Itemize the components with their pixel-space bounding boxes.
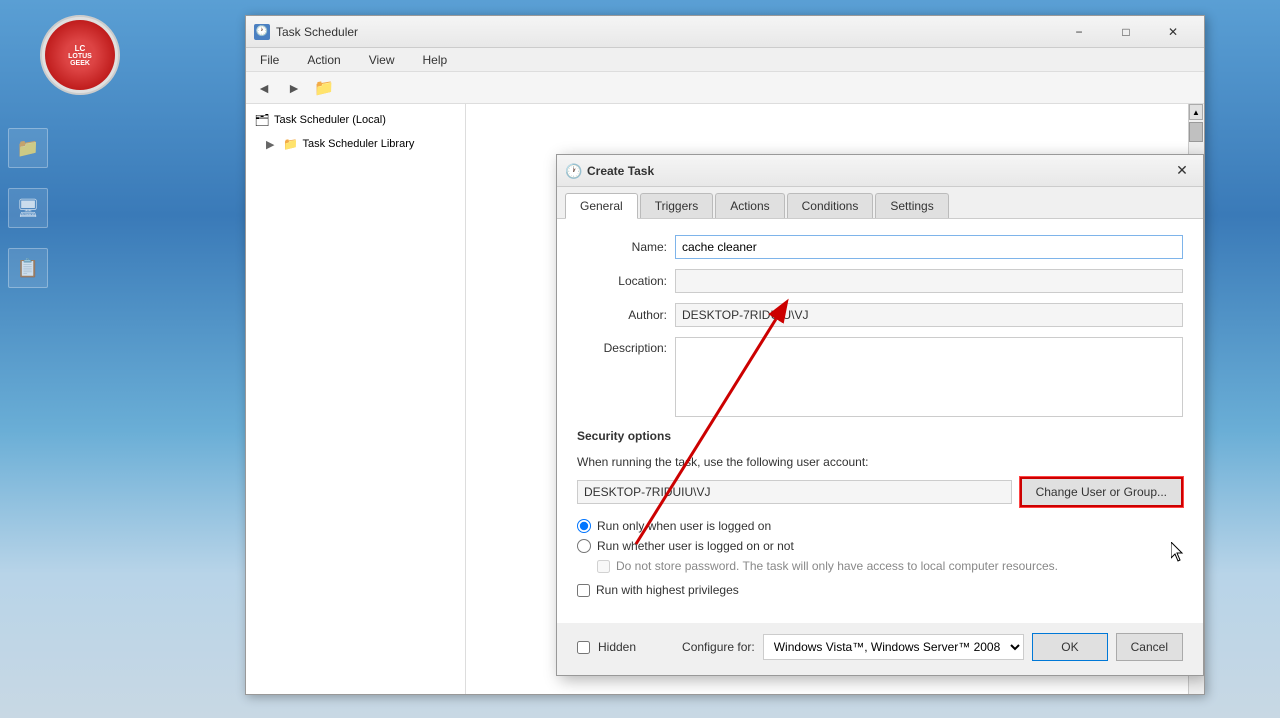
sidebar-item-task-scheduler[interactable]: 🗂 Task Scheduler (Local): [246, 108, 465, 132]
task-scheduler-window-icon: 🕐: [254, 24, 270, 40]
task-scheduler-titlebar: 🕐 Task Scheduler − □ ✕: [246, 16, 1204, 48]
clock-icon: 🕐: [256, 26, 268, 37]
configure-for-select[interactable]: Windows Vista™, Windows Server™ 2008Wind…: [763, 634, 1024, 660]
change-user-button[interactable]: Change User or Group...: [1020, 477, 1183, 507]
logo-lotus: LOTUS: [68, 53, 92, 60]
description-textarea[interactable]: [675, 337, 1183, 417]
menu-view[interactable]: View: [363, 51, 401, 69]
tab-bar: General Triggers Actions Conditions Sett…: [557, 187, 1203, 219]
no-store-password-row: Do not store password. The task will onl…: [577, 559, 1183, 573]
dialog-buttons: OK Cancel: [1032, 633, 1183, 661]
description-row: Description:: [577, 337, 1183, 417]
user-account-row: DESKTOP-7RIDUIU\VJ Change User or Group.…: [577, 477, 1183, 507]
name-input[interactable]: [675, 235, 1183, 259]
task-scheduler-sidebar: 🗂 Task Scheduler (Local) ▶ 📁 Task Schedu…: [246, 104, 466, 694]
run-highest-row: Run with highest privileges: [577, 583, 1183, 597]
sidebar-icon-1: 🗂: [254, 112, 270, 128]
user-account-text: DESKTOP-7RIDUIU\VJ: [577, 480, 1012, 504]
no-store-password-checkbox[interactable]: [597, 560, 610, 573]
tab-conditions[interactable]: Conditions: [787, 193, 874, 218]
menu-action[interactable]: Action: [301, 51, 346, 69]
logo-inner: LC LOTUS GEEK: [45, 20, 115, 90]
tab-general[interactable]: General: [565, 193, 638, 219]
desktop: LC LOTUS GEEK 📁 🖥 📋 🕐 Task Scheduler − □…: [0, 0, 1280, 718]
forward-button[interactable]: ►: [280, 75, 308, 101]
radio-logged-on-label: Run only when user is logged on: [597, 519, 771, 533]
cancel-button[interactable]: Cancel: [1116, 633, 1183, 661]
location-row: Location:: [577, 269, 1183, 293]
name-label: Name:: [577, 240, 667, 254]
window-controls: − □ ✕: [1056, 17, 1196, 47]
sidebar-label-2: Task Scheduler Library: [302, 138, 414, 150]
tab-actions[interactable]: Actions: [715, 193, 784, 218]
ts-close-button[interactable]: ✕: [1150, 17, 1196, 47]
logo-lc: LC: [75, 44, 86, 53]
task-scheduler-title: Task Scheduler: [276, 25, 1056, 39]
description-label: Description:: [577, 341, 667, 355]
create-task-dialog: 🕐 Create Task ✕ General Triggers Actions…: [556, 154, 1204, 676]
location-label: Location:: [577, 274, 667, 288]
ok-button[interactable]: OK: [1032, 633, 1107, 661]
dialog-icon: 🕐: [565, 163, 581, 179]
no-store-password-label: Do not store password. The task will onl…: [616, 559, 1058, 573]
location-value: [675, 269, 1183, 293]
security-description: When running the task, use the following…: [577, 455, 1183, 469]
dialog-bottom-row: Hidden Configure for: Windows Vista™, Wi…: [557, 623, 1203, 675]
configure-for-label: Configure for:: [682, 640, 755, 654]
logo-geek: GEEK: [70, 60, 90, 67]
hidden-label: Hidden: [598, 640, 636, 654]
dialog-content: Name: Location: Author: DE: [557, 219, 1203, 623]
security-options-header: Security options: [577, 429, 1183, 447]
menu-file[interactable]: File: [254, 51, 285, 69]
sidebar-label-1: Task Scheduler (Local): [274, 114, 386, 126]
desktop-icons-left: 📁 🖥 📋: [0, 120, 55, 296]
author-row: Author: DESKTOP-7RIDUIU\VJ: [577, 303, 1183, 327]
sidebar-icon-2: 📁: [282, 136, 298, 152]
maximize-button[interactable]: □: [1103, 17, 1149, 47]
desktop-icon-3[interactable]: 📋: [8, 248, 48, 288]
task-scheduler-body: 🗂 Task Scheduler (Local) ▶ 📁 Task Schedu…: [246, 104, 1204, 694]
run-highest-checkbox[interactable]: [577, 584, 590, 597]
logo: LC LOTUS GEEK: [40, 15, 120, 95]
task-scheduler-main: uter... uration ► ▲ 🕐 Create Task: [466, 104, 1204, 694]
menu-help[interactable]: Help: [417, 51, 454, 69]
author-label: Author:: [577, 308, 667, 322]
task-scheduler-window: 🕐 Task Scheduler − □ ✕ File Action View …: [245, 15, 1205, 695]
run-highest-label: Run with highest privileges: [596, 583, 739, 597]
minimize-button[interactable]: −: [1056, 17, 1102, 47]
sidebar-item-library[interactable]: ▶ 📁 Task Scheduler Library: [246, 132, 465, 156]
dialog-overlay: 🕐 Create Task ✕ General Triggers Actions…: [466, 104, 1204, 694]
name-row: Name:: [577, 235, 1183, 259]
task-scheduler-menubar: File Action View Help: [246, 48, 1204, 72]
author-value: DESKTOP-7RIDUIU\VJ: [675, 303, 1183, 327]
dialog-close-button[interactable]: ✕: [1169, 158, 1195, 184]
desktop-icon-2[interactable]: 🖥: [8, 188, 48, 228]
dialog-title: Create Task: [587, 164, 1169, 178]
sidebar-arrow: ▶: [266, 138, 274, 151]
radio-not-logged-on-row: Run whether user is logged on or not: [577, 539, 1183, 553]
radio-not-logged-on[interactable]: [577, 539, 591, 553]
folder-button[interactable]: 📁: [310, 75, 338, 101]
tab-triggers[interactable]: Triggers: [640, 193, 714, 218]
radio-logged-on-row: Run only when user is logged on: [577, 519, 1183, 533]
hidden-checkbox[interactable]: [577, 641, 590, 654]
dialog-titlebar: 🕐 Create Task ✕: [557, 155, 1203, 187]
radio-logged-on[interactable]: [577, 519, 591, 533]
tab-settings[interactable]: Settings: [875, 193, 948, 218]
back-button[interactable]: ◄: [250, 75, 278, 101]
radio-not-logged-on-label: Run whether user is logged on or not: [597, 539, 794, 553]
task-scheduler-toolbar: ◄ ► 📁: [246, 72, 1204, 104]
desktop-icon-1[interactable]: 📁: [8, 128, 48, 168]
